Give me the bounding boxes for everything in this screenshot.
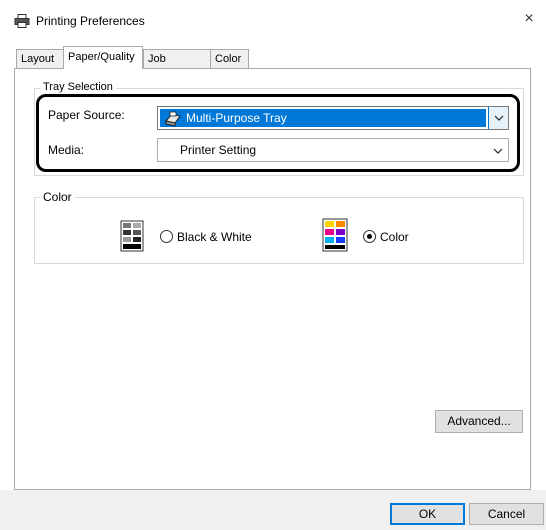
tab-strip: Layout Paper/Quality Job Options Color xyxy=(0,46,546,83)
media-label: Media: xyxy=(48,143,85,157)
paper-source-value: Multi-Purpose Tray xyxy=(160,109,486,127)
advanced-button[interactable]: Advanced... xyxy=(435,410,523,433)
tab-job-options[interactable]: Job Options xyxy=(143,49,211,83)
tab-layout[interactable]: Layout xyxy=(16,49,64,68)
paper-source-label: Paper Source: xyxy=(48,108,125,122)
color-radio[interactable] xyxy=(363,230,376,243)
color-label[interactable]: Color xyxy=(380,230,409,244)
color-group-label: Color xyxy=(40,190,75,204)
media-value: Printer Setting xyxy=(180,143,257,157)
tray-icon xyxy=(165,111,181,127)
black-white-label[interactable]: Black & White xyxy=(177,230,252,244)
paper-source-dropdown[interactable]: Multi-Purpose Tray xyxy=(157,106,509,130)
printer-icon xyxy=(14,14,30,28)
title-bar: Printing Preferences × xyxy=(0,0,546,40)
chevron-down-icon[interactable] xyxy=(488,139,508,161)
cancel-button[interactable]: Cancel xyxy=(469,503,544,525)
tab-paper-quality[interactable]: Paper/Quality xyxy=(63,46,143,69)
color-group xyxy=(34,197,524,264)
grayscale-icon xyxy=(120,220,144,252)
media-dropdown[interactable]: Printer Setting xyxy=(157,138,509,162)
chevron-down-icon[interactable] xyxy=(488,107,508,129)
tab-color[interactable]: Color xyxy=(210,49,249,68)
tray-selection-label: Tray Selection xyxy=(40,81,116,93)
black-white-radio[interactable] xyxy=(160,230,173,243)
ok-button[interactable]: OK xyxy=(390,503,465,525)
window-title: Printing Preferences xyxy=(36,14,145,28)
color-cartridge-icon xyxy=(322,218,348,252)
close-button[interactable]: × xyxy=(521,11,537,27)
